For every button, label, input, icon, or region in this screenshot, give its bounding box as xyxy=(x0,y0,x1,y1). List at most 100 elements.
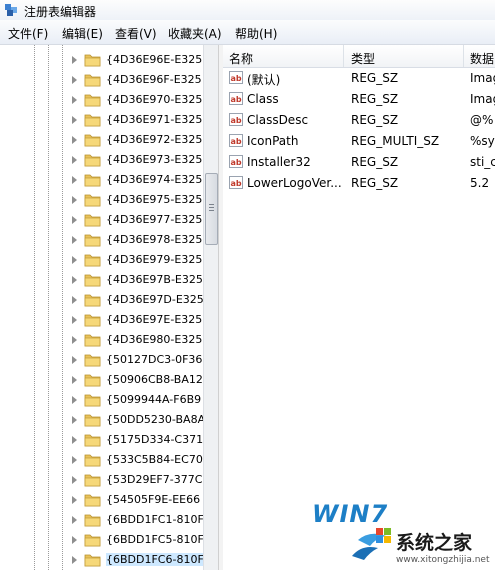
menu-view[interactable]: 查看(V) xyxy=(115,25,157,42)
menu-favorites[interactable]: 收藏夹(A) xyxy=(168,25,222,42)
folder-icon xyxy=(84,354,101,367)
tree-item[interactable]: {4D36E974-E325 xyxy=(0,170,203,190)
tree-scrollbar-thumb[interactable] xyxy=(205,173,218,245)
column-separator[interactable] xyxy=(463,45,464,67)
value-name: Installer32 xyxy=(247,155,311,169)
value-name: (默认) xyxy=(247,73,281,87)
column-separator[interactable] xyxy=(343,45,344,67)
expand-arrow-icon[interactable] xyxy=(72,316,77,324)
expand-arrow-icon[interactable] xyxy=(72,396,77,404)
expand-arrow-icon[interactable] xyxy=(72,296,77,304)
tree-item-label: {6BDD1FC5-810F xyxy=(106,533,203,546)
registry-key-tree[interactable]: {4D36E96E-E325 {4D36E96F-E325 {4D36E970-E3… xyxy=(0,45,203,570)
tree-item[interactable]: {4D36E978-E325 xyxy=(0,230,203,250)
tree-item[interactable]: {6BDD1FC6-810F xyxy=(0,550,203,570)
folder-icon xyxy=(84,74,101,87)
registry-value-list[interactable]: 名称 类型 数据 ab (默认) REG_SZ Imag ab Class REG_SZ Im… xyxy=(223,45,495,570)
expand-arrow-icon[interactable] xyxy=(72,256,77,264)
value-data: Imag xyxy=(470,92,495,106)
tree-item[interactable]: {4D36E975-E325 xyxy=(0,190,203,210)
folder-icon xyxy=(84,194,101,207)
registry-value-row[interactable]: ab IconPath REG_MULTI_SZ %sy xyxy=(223,131,495,152)
menu-file[interactable]: 文件(F) xyxy=(8,25,48,42)
tree-item[interactable]: {50906CB8-BA12 xyxy=(0,370,203,390)
tree-item[interactable]: {5175D334-C371 xyxy=(0,430,203,450)
scroll-grip-line xyxy=(209,210,214,211)
tree-item-label: {53D29EF7-377C xyxy=(106,473,203,486)
expand-arrow-icon[interactable] xyxy=(72,356,77,364)
expand-arrow-icon[interactable] xyxy=(72,176,77,184)
tree-item[interactable]: {4D36E977-E325 xyxy=(0,210,203,230)
tree-item[interactable]: {4D36E971-E325 xyxy=(0,110,203,130)
column-header-data[interactable]: 数据 xyxy=(470,50,494,67)
tree-item[interactable]: {50DD5230-BA8A xyxy=(0,410,203,430)
expand-arrow-icon[interactable] xyxy=(72,456,77,464)
registry-value-row[interactable]: ab LowerLogoVer... REG_SZ 5.2 xyxy=(223,173,495,194)
tree-item-label: {4D36E974-E325 xyxy=(106,173,203,186)
tree-item[interactable]: {4D36E96E-E325 xyxy=(0,50,203,70)
expand-arrow-icon[interactable] xyxy=(72,436,77,444)
regedit-app-icon xyxy=(5,4,17,16)
tree-item[interactable]: {4D36E97D-E325 xyxy=(0,290,203,310)
tree-item-label: {5175D334-C371 xyxy=(106,433,203,446)
folder-icon xyxy=(84,454,101,467)
expand-arrow-icon[interactable] xyxy=(72,416,77,424)
column-header-name[interactable]: 名称 xyxy=(229,50,253,67)
expand-arrow-icon[interactable] xyxy=(72,96,77,104)
registry-value-row[interactable]: ab Installer32 REG_SZ sti_c xyxy=(223,152,495,173)
menu-help[interactable]: 帮助(H) xyxy=(235,25,277,42)
value-type: REG_MULTI_SZ xyxy=(351,134,440,148)
folder-icon xyxy=(84,554,101,567)
tree-item[interactable]: {4D36E96F-E325 xyxy=(0,70,203,90)
expand-arrow-icon[interactable] xyxy=(72,76,77,84)
tree-item[interactable]: {53D29EF7-377C xyxy=(0,470,203,490)
tree-item-label: {4D36E970-E325 xyxy=(106,93,203,106)
expand-arrow-icon[interactable] xyxy=(72,216,77,224)
registry-value-row[interactable]: ab Class REG_SZ Imag xyxy=(223,89,495,110)
folder-icon xyxy=(84,94,101,107)
tree-item-label: {6BDD1FC1-810F xyxy=(106,513,203,526)
tree-item[interactable]: {4D36E980-E325 xyxy=(0,330,203,350)
tree-item[interactable]: {533C5B84-EC70 xyxy=(0,450,203,470)
expand-arrow-icon[interactable] xyxy=(72,376,77,384)
value-data: sti_c xyxy=(470,155,495,169)
tree-item[interactable]: {50127DC3-0F36 xyxy=(0,350,203,370)
tree-item-label: {4D36E972-E325 xyxy=(106,133,203,146)
tree-item-label: {4D36E978-E325 xyxy=(106,233,203,246)
tree-item[interactable]: {6BDD1FC1-810F xyxy=(0,510,203,530)
expand-arrow-icon[interactable] xyxy=(72,336,77,344)
column-header-type[interactable]: 类型 xyxy=(351,50,375,67)
tree-item[interactable]: {5099944A-F6B9 xyxy=(0,390,203,410)
list-header: 名称 类型 数据 xyxy=(223,45,495,68)
watermark-url: www.xitongzhijia.net xyxy=(396,555,490,565)
expand-arrow-icon[interactable] xyxy=(72,236,77,244)
expand-arrow-icon[interactable] xyxy=(72,516,77,524)
expand-arrow-icon[interactable] xyxy=(72,156,77,164)
value-name: ClassDesc xyxy=(247,113,309,127)
expand-arrow-icon[interactable] xyxy=(72,476,77,484)
folder-icon xyxy=(84,214,101,227)
tree-item[interactable]: {4D36E972-E325 xyxy=(0,130,203,150)
expand-arrow-icon[interactable] xyxy=(72,56,77,64)
tree-item[interactable]: {6BDD1FC5-810F xyxy=(0,530,203,550)
expand-arrow-icon[interactable] xyxy=(72,556,77,564)
expand-arrow-icon[interactable] xyxy=(72,536,77,544)
tree-item[interactable]: {4D36E979-E325 xyxy=(0,250,203,270)
menu-edit[interactable]: 编辑(E) xyxy=(62,25,103,42)
string-value-icon: ab xyxy=(229,134,243,147)
expand-arrow-icon[interactable] xyxy=(72,136,77,144)
tree-scrollbar[interactable] xyxy=(203,45,218,570)
tree-item[interactable]: {54505F9E-EE66 xyxy=(0,490,203,510)
registry-value-row[interactable]: ab (默认) REG_SZ Imag xyxy=(223,68,495,89)
tree-item[interactable]: {4D36E973-E325 xyxy=(0,150,203,170)
expand-arrow-icon[interactable] xyxy=(72,116,77,124)
windows-logo-icon xyxy=(352,528,391,560)
expand-arrow-icon[interactable] xyxy=(72,196,77,204)
registry-value-row[interactable]: ab ClassDesc REG_SZ @% xyxy=(223,110,495,131)
expand-arrow-icon[interactable] xyxy=(72,276,77,284)
expand-arrow-icon[interactable] xyxy=(72,496,77,504)
tree-item[interactable]: {4D36E970-E325 xyxy=(0,90,203,110)
tree-item[interactable]: {4D36E97B-E325 xyxy=(0,270,203,290)
folder-icon xyxy=(84,234,101,247)
tree-item[interactable]: {4D36E97E-E325 xyxy=(0,310,203,330)
